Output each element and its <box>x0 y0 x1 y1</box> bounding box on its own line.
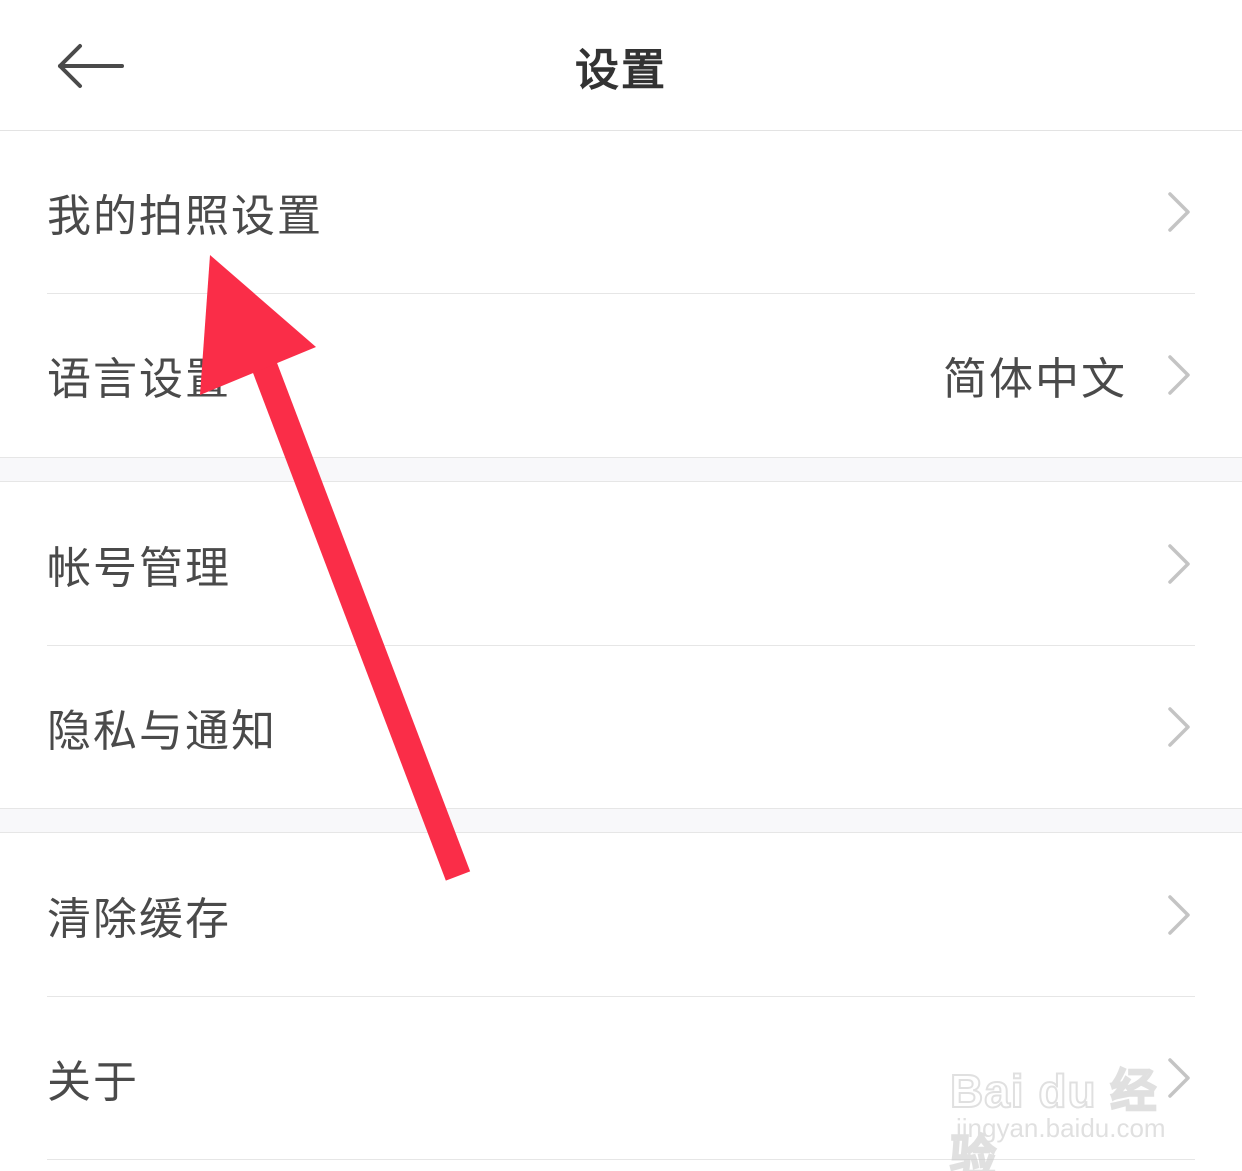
settings-screen: 设置 我的拍照设置 语言设置 简体中文 帐号管理 隐私与通知 清除缓存 关于 B… <box>0 0 1242 1171</box>
chevron-right-icon <box>1168 544 1190 584</box>
settings-item-label: 清除缓存 <box>47 894 231 945</box>
settings-item-about[interactable]: 关于 <box>0 997 1242 1159</box>
settings-item-account[interactable]: 帐号管理 <box>0 483 1242 645</box>
settings-item-language[interactable]: 语言设置 简体中文 <box>0 294 1242 456</box>
divider <box>47 1159 1195 1160</box>
settings-item-label: 我的拍照设置 <box>47 191 323 242</box>
settings-item-value: 简体中文 <box>943 354 1127 405</box>
settings-item-photo[interactable]: 我的拍照设置 <box>0 131 1242 293</box>
settings-item-label: 帐号管理 <box>47 543 231 594</box>
chevron-right-icon <box>1168 1058 1190 1098</box>
settings-item-privacy[interactable]: 隐私与通知 <box>0 646 1242 808</box>
section-gap <box>0 808 1242 833</box>
top-bar: 设置 <box>0 0 1242 131</box>
settings-item-label: 关于 <box>47 1057 139 1108</box>
chevron-right-icon <box>1168 895 1190 935</box>
section-gap <box>0 457 1242 482</box>
settings-item-label: 语言设置 <box>47 354 231 405</box>
chevron-right-icon <box>1168 192 1190 232</box>
chevron-right-icon <box>1168 707 1190 747</box>
page-title: 设置 <box>575 45 667 96</box>
settings-item-clear-cache[interactable]: 清除缓存 <box>0 834 1242 996</box>
settings-item-label: 隐私与通知 <box>47 706 277 757</box>
chevron-right-icon <box>1168 355 1190 395</box>
